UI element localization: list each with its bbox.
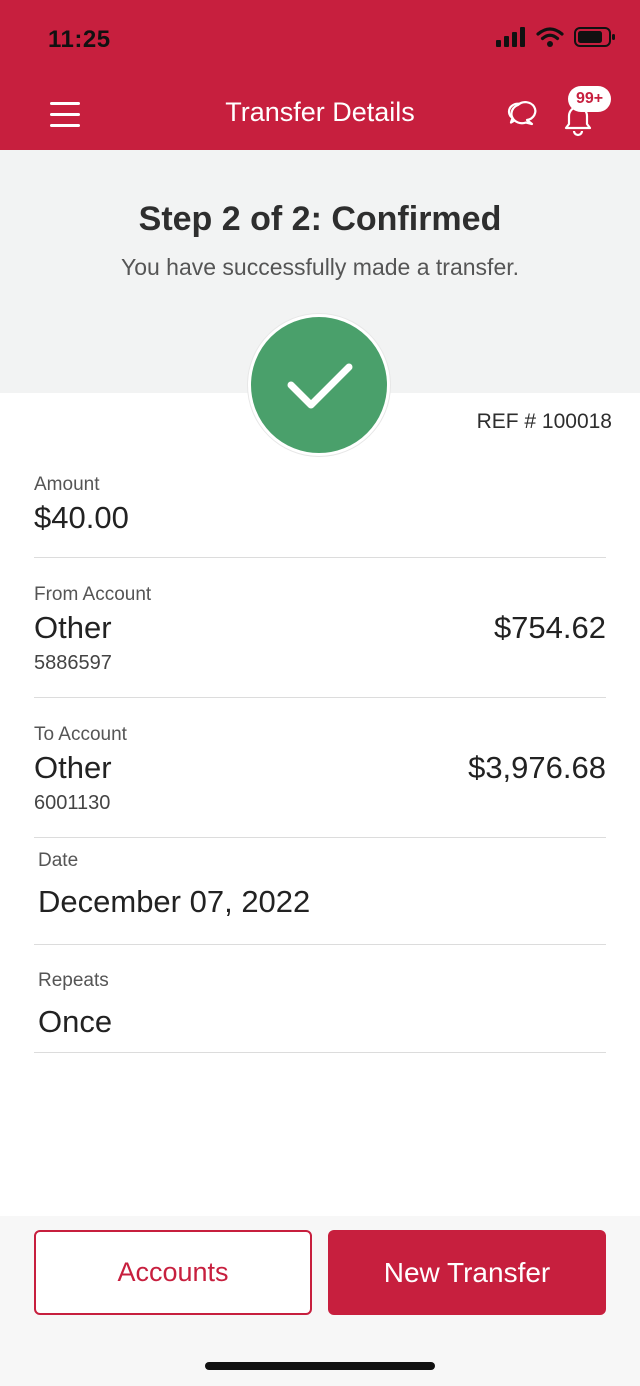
from-account-name: Other: [34, 610, 112, 645]
status-bar: 11:25: [0, 0, 640, 80]
success-check-icon: [248, 314, 390, 456]
chat-button[interactable]: [500, 92, 540, 132]
cellular-signal-icon: [496, 27, 525, 47]
page-title: Transfer Details: [225, 97, 415, 127]
accounts-button[interactable]: Accounts: [34, 1230, 312, 1315]
new-transfer-button[interactable]: New Transfer: [328, 1230, 606, 1315]
repeats-row: Repeats Once: [34, 968, 606, 1053]
from-account-balance: $754.62: [493, 610, 606, 645]
amount-value: $40.00: [34, 500, 129, 535]
step-subtitle: You have successfully made a transfer.: [120, 254, 520, 280]
date-label: Date: [38, 850, 79, 871]
status-icons: [496, 26, 616, 48]
reference-number: REF # 100018: [476, 410, 612, 433]
date-value: December 07, 2022: [38, 884, 311, 919]
from-account-label: From Account: [34, 584, 152, 605]
from-account-row: From Account Other 5886597 $754.62: [34, 580, 606, 698]
repeats-label: Repeats: [38, 970, 109, 991]
app-header: 11:25 Transfer Details 99+: [0, 0, 640, 150]
to-account-balance: $3,976.68: [468, 750, 606, 785]
repeats-value: Once: [38, 1004, 113, 1039]
to-account-name: Other: [34, 750, 112, 785]
amount-label: Amount: [34, 474, 100, 495]
step-title: Step 2 of 2: Confirmed: [138, 200, 502, 238]
chat-bubbles-icon: [507, 101, 537, 126]
to-account-label: To Account: [34, 724, 127, 745]
from-account-number: 5886597: [34, 652, 112, 674]
date-row: Date December 07, 2022: [34, 848, 606, 945]
notifications-button[interactable]: 99+: [556, 84, 620, 140]
wifi-icon: [536, 27, 564, 47]
action-footer: Accounts New Transfer: [0, 1216, 640, 1386]
to-account-number: 6001130: [34, 792, 111, 814]
battery-icon: [574, 27, 615, 47]
status-time: 11:25: [48, 26, 111, 53]
notification-badge: 99+: [568, 86, 612, 112]
home-indicator[interactable]: [205, 1362, 435, 1370]
navbar: Transfer Details 99+: [0, 80, 640, 150]
amount-row: Amount $40.00: [34, 470, 606, 558]
to-account-row: To Account Other 6001130 $3,976.68: [34, 720, 606, 838]
